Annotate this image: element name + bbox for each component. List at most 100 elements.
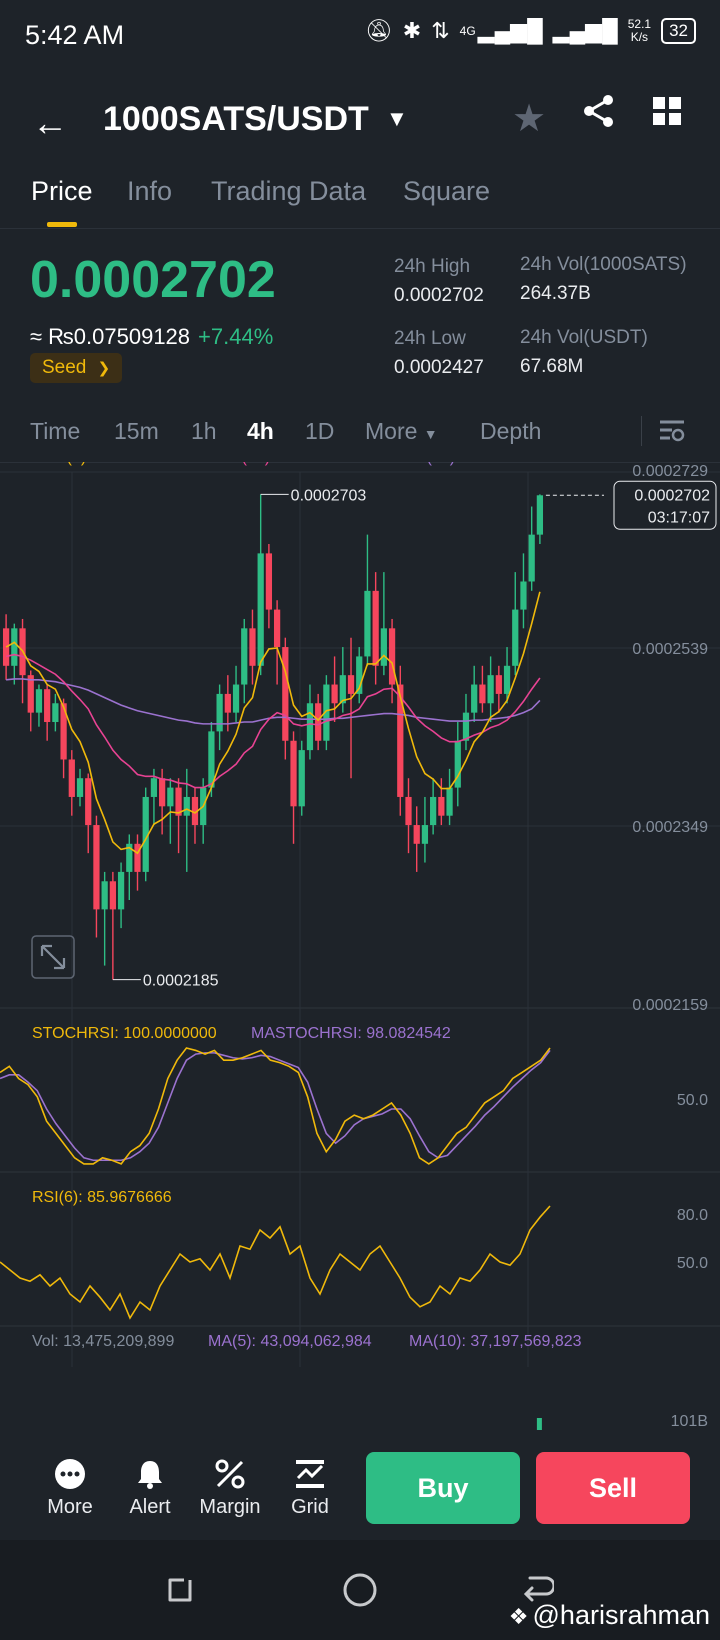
back-arrow-icon[interactable]: ← bbox=[32, 102, 68, 144]
candle bbox=[282, 647, 289, 741]
vol-quote-value: 67.68M bbox=[520, 356, 584, 377]
network-type: 4G bbox=[459, 24, 476, 38]
candle bbox=[503, 665, 511, 694]
candle bbox=[85, 778, 92, 826]
home-icon[interactable] bbox=[342, 1572, 378, 1608]
tf-1d[interactable]: 1D bbox=[305, 418, 334, 445]
y-tick-label: 0.0002729 bbox=[632, 463, 708, 480]
candle bbox=[430, 796, 437, 826]
vol-quote-label: 24h Vol(USDT) bbox=[520, 327, 648, 348]
grid-chart-icon bbox=[296, 1460, 324, 1488]
vol-tick-label: 101B bbox=[671, 1413, 708, 1430]
mastochrsi-line bbox=[0, 1049, 551, 1162]
rsi-tick-label: 50.0 bbox=[677, 1255, 708, 1272]
chart-settings-icon[interactable] bbox=[658, 418, 686, 444]
ma5-legend: MA(5): 43,094,062,984 bbox=[208, 1333, 372, 1350]
tf-1h[interactable]: 1h bbox=[191, 418, 217, 445]
divider bbox=[641, 416, 642, 446]
volume-bar bbox=[536, 1418, 542, 1430]
vol-base-label: 24h Vol(1000SATS) bbox=[520, 254, 687, 275]
candle bbox=[35, 689, 43, 713]
pair-title[interactable]: 1000SATS/USDT bbox=[103, 100, 369, 139]
battery-icon: 32 bbox=[661, 18, 696, 44]
tf-depth[interactable]: Depth bbox=[480, 418, 541, 445]
header: ← 1000SATS/USDT ▼ ★ bbox=[0, 74, 720, 160]
bell-icon bbox=[138, 1461, 162, 1489]
candle bbox=[232, 684, 240, 713]
candle bbox=[520, 581, 527, 610]
candle bbox=[479, 684, 486, 704]
candle bbox=[421, 825, 429, 844]
vol-legend: Vol: 13,475,209,899 bbox=[32, 1333, 174, 1350]
sell-button[interactable]: Sell bbox=[536, 1452, 690, 1524]
favorite-star-icon[interactable]: ★ bbox=[512, 96, 546, 141]
ema99-line bbox=[6, 678, 541, 725]
ema-legend-2: EMA(99): 0.0002483 bbox=[392, 462, 540, 466]
candle bbox=[331, 684, 338, 704]
seed-tag[interactable]: Seed ❯ bbox=[30, 353, 123, 383]
low-value: 0.0002427 bbox=[394, 357, 484, 378]
candle bbox=[495, 675, 502, 694]
status-icons: 🔕︎ ✱ ⇅ 4G ▂▄▆█ ▂▄▆█ 52.1 K/s 32 bbox=[365, 18, 696, 44]
grid-layout-icon[interactable] bbox=[652, 96, 682, 126]
buy-button[interactable]: Buy bbox=[366, 1452, 520, 1524]
candle bbox=[306, 703, 314, 751]
more-caret-icon: ▼ bbox=[423, 426, 438, 442]
candle bbox=[183, 796, 190, 816]
tf-4h[interactable]: 4h bbox=[247, 418, 274, 445]
alert-button[interactable]: Alert bbox=[115, 1458, 185, 1519]
candle bbox=[528, 534, 535, 582]
tab-price[interactable]: Price bbox=[31, 176, 93, 207]
candle bbox=[372, 590, 379, 666]
rsi-line bbox=[0, 1205, 551, 1320]
bottom-action-bar: More Alert Margin Grid Buy Sell bbox=[0, 1430, 720, 1540]
tab-trading-data[interactable]: Trading Data bbox=[211, 176, 366, 207]
last-price: 0.0002702 bbox=[30, 251, 276, 309]
signal-icon: ▂▄▆█ bbox=[477, 18, 543, 43]
status-time: 5:42 AM bbox=[25, 20, 125, 50]
stochrsi-line bbox=[0, 1047, 551, 1165]
y-tick-label: 0.0002349 bbox=[632, 819, 708, 836]
net-speed: 52.1 K/s bbox=[627, 17, 652, 44]
candle bbox=[487, 675, 494, 704]
recents-icon[interactable] bbox=[164, 1574, 196, 1606]
more-menu-button[interactable]: More bbox=[35, 1458, 105, 1519]
candle bbox=[68, 759, 75, 797]
tab-info[interactable]: Info bbox=[127, 176, 172, 207]
mastochrsi-legend: MASTOCHRSI: 98.0824542 bbox=[251, 1025, 451, 1042]
candle bbox=[446, 787, 453, 816]
candle bbox=[11, 628, 18, 666]
pair-dropdown-icon[interactable]: ▼ bbox=[386, 106, 408, 132]
stochrsi-legend: STOCHRSI: 100.0000000 bbox=[32, 1025, 217, 1042]
candle bbox=[216, 693, 223, 732]
share-icon[interactable] bbox=[582, 94, 616, 128]
tf-time[interactable]: Time bbox=[30, 418, 80, 445]
grid-trading-button[interactable]: Grid bbox=[275, 1458, 345, 1519]
tab-square[interactable]: Square bbox=[403, 176, 490, 207]
candle bbox=[413, 825, 420, 844]
price-chart[interactable]: EMA(7): 0.0002587 EMA(25): 0.0002507 EMA(9… bbox=[0, 462, 720, 1430]
candle bbox=[462, 712, 470, 741]
percent-icon bbox=[215, 1459, 245, 1489]
stoch-tick-label: 50.0 bbox=[677, 1092, 708, 1109]
watermark: ❖ @harisrahman bbox=[508, 1600, 710, 1630]
margin-button[interactable]: Margin bbox=[195, 1458, 265, 1519]
candle bbox=[273, 609, 281, 648]
candle bbox=[265, 553, 273, 610]
candle bbox=[290, 740, 297, 807]
rsi-tick-label: 80.0 bbox=[677, 1207, 708, 1224]
candle bbox=[388, 628, 396, 685]
y-tick-label: 0.0002159 bbox=[632, 997, 708, 1014]
expand-chart-button[interactable] bbox=[31, 935, 75, 979]
candle bbox=[93, 825, 100, 910]
candle bbox=[109, 881, 116, 910]
candle bbox=[536, 495, 544, 535]
candle bbox=[315, 703, 322, 741]
tab-bar: Price Info Trading Data Square bbox=[0, 160, 720, 229]
candle bbox=[471, 684, 478, 713]
rsi-legend: RSI(6): 85.9676666 bbox=[32, 1189, 172, 1206]
tf-15m[interactable]: 15m bbox=[114, 418, 159, 445]
candle bbox=[76, 778, 84, 797]
more-dots-icon bbox=[55, 1459, 85, 1489]
tf-more[interactable]: More ▼ bbox=[365, 418, 438, 445]
